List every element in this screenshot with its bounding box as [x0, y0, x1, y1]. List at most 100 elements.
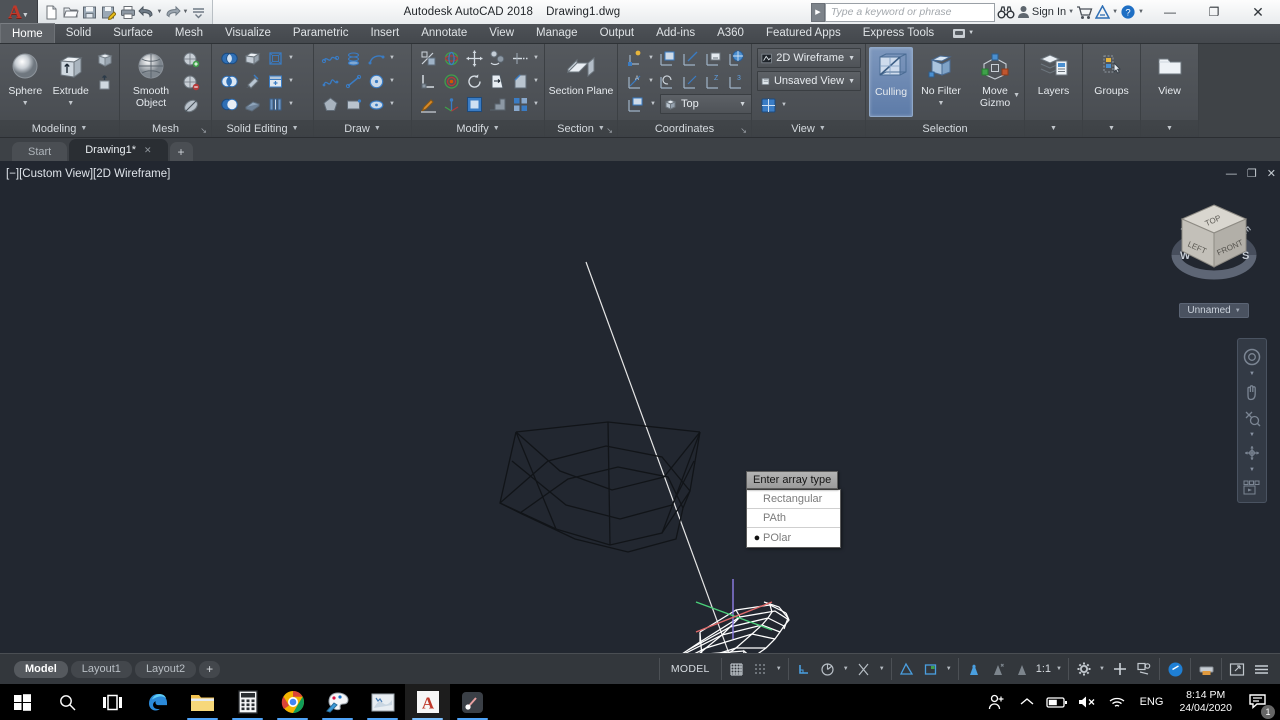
no-filter-button[interactable]: No Filter ▼ — [914, 47, 968, 109]
helix-icon[interactable] — [342, 47, 364, 69]
circle-icon[interactable] — [365, 70, 387, 92]
spline-cv-icon[interactable] — [319, 47, 341, 69]
view-palette-button[interactable]: View — [1144, 47, 1195, 98]
tab-surface[interactable]: Surface — [102, 23, 164, 43]
application-menu-button[interactable]: A ▼ — [0, 0, 38, 24]
annotation-visibility-icon[interactable] — [921, 659, 941, 679]
calculator-app[interactable] — [225, 684, 270, 720]
ortho-mode-icon[interactable] — [794, 659, 814, 679]
ucs-named-icon[interactable] — [624, 93, 646, 115]
annotation-monitor-icon[interactable] — [1012, 659, 1032, 679]
chevron-down-icon[interactable]: ▼ — [22, 98, 29, 110]
3d-move-icon[interactable] — [463, 47, 485, 69]
workspace-gear-icon[interactable] — [1074, 659, 1094, 679]
volume-mute-icon[interactable] — [1072, 684, 1102, 720]
chevron-down-icon[interactable]: ▼ — [647, 70, 655, 92]
option-path[interactable]: PAth — [747, 509, 840, 528]
search-binoculars-icon[interactable] — [997, 2, 1015, 22]
help-dropdown-icon[interactable]: ▼ — [1138, 9, 1144, 15]
battery-icon[interactable] — [1042, 684, 1072, 720]
tab-solid[interactable]: Solid — [55, 23, 103, 43]
zoom-extents-icon[interactable] — [1239, 406, 1265, 430]
clean-screen-icon[interactable] — [1227, 659, 1247, 679]
culling-button[interactable]: Culling — [869, 47, 913, 117]
smooth-object-button[interactable]: Smooth Object — [123, 47, 179, 109]
annotation-scale-icon[interactable] — [988, 659, 1008, 679]
dynamic-input-options[interactable]: Rectangular PAth ● POlar — [746, 489, 841, 548]
chevron-down-icon[interactable]: ▼ — [532, 47, 540, 69]
printer-icon[interactable] — [118, 3, 137, 22]
polysolid-icon[interactable] — [94, 49, 116, 71]
autodesk-app-icon[interactable] — [1095, 2, 1111, 22]
chevron-down-icon[interactable]: ▼ — [388, 70, 396, 92]
ucs-3-icon[interactable]: 3 — [725, 70, 747, 92]
file-tab-drawing1[interactable]: Drawing1* ✕ — [69, 139, 168, 161]
undo-arrow-icon[interactable] — [137, 3, 156, 22]
clock[interactable]: 8:14 PM 24/04/2020 — [1171, 689, 1240, 715]
line-icon[interactable] — [342, 70, 364, 92]
new-document-icon[interactable] — [42, 3, 61, 22]
drawing-area[interactable]: [−][Custom View][2D Wireframe] — ❐ ✕ W S… — [0, 161, 1280, 653]
save-disk-icon[interactable] — [80, 3, 99, 22]
layout-tab-layout1[interactable]: Layout1 — [70, 660, 132, 678]
chevron-down-icon[interactable]: ▼ — [388, 47, 396, 69]
3d-scale-icon[interactable] — [440, 93, 462, 115]
intersect-icon[interactable] — [218, 70, 240, 92]
snip-app[interactable] — [450, 684, 495, 720]
tab-express-tools[interactable]: Express Tools — [852, 23, 945, 43]
taper-face-icon[interactable] — [241, 70, 263, 92]
polygon-icon[interactable] — [319, 93, 341, 115]
chevron-down-icon[interactable]: ▼ — [22, 12, 29, 19]
chrome-app[interactable] — [270, 684, 315, 720]
start-button[interactable] — [0, 684, 45, 720]
view-palette-expand-button[interactable]: ▼ — [1141, 120, 1198, 137]
pan-hand-icon[interactable] — [1239, 380, 1265, 404]
chevron-down-icon[interactable]: ▼ — [649, 93, 657, 115]
fillet-edge-icon[interactable] — [417, 70, 439, 92]
chevron-down-icon[interactable]: ▼ — [493, 125, 500, 132]
chevron-down-icon[interactable]: ▼ — [80, 125, 87, 132]
close-button[interactable]: ✕ — [1236, 0, 1280, 24]
sign-in-dropdown-icon[interactable]: ▼ — [1068, 9, 1074, 15]
file-explorer-app[interactable] — [180, 684, 225, 720]
autodesk-dropdown-icon[interactable]: ▼ — [1112, 9, 1118, 15]
presspull-icon[interactable] — [94, 72, 116, 94]
tab-featured-apps[interactable]: Featured Apps — [755, 23, 852, 43]
chevron-down-icon[interactable]: ▼ — [1055, 666, 1063, 672]
solid-extrude-face-icon[interactable] — [241, 47, 263, 69]
snap-mode-icon[interactable] — [751, 659, 771, 679]
ucs-face-icon[interactable] — [656, 47, 678, 69]
named-view-combo[interactable]: Unsaved View ▼ — [757, 71, 861, 91]
notification-center-button[interactable]: 1 — [1240, 684, 1276, 720]
section-plane-button[interactable]: Section Plane — [548, 47, 614, 98]
edge-app[interactable] — [135, 684, 180, 720]
layers-expand-button[interactable]: ▼ — [1025, 120, 1082, 137]
tab-home[interactable]: Home — [0, 23, 55, 43]
chevron-down-icon[interactable]: ▼ — [1235, 308, 1241, 314]
groups-button[interactable]: Groups — [1086, 47, 1137, 98]
subtract-icon[interactable] — [218, 93, 240, 115]
grid-display-icon[interactable] — [727, 659, 747, 679]
array-icon[interactable] — [509, 93, 531, 115]
ribbon-minimize-button[interactable]: ▼ — [953, 23, 974, 43]
panel-dialog-launcher-icon[interactable]: ↘ — [740, 126, 747, 135]
panel-dialog-launcher-icon[interactable]: ↘ — [200, 126, 207, 135]
option-rectangular[interactable]: Rectangular — [747, 490, 840, 509]
chevron-down-icon[interactable]: ▼ — [287, 93, 295, 115]
showmotion-icon[interactable] — [1239, 476, 1265, 500]
chevron-down-icon[interactable]: ▼ — [1013, 90, 1020, 102]
dynamic-input-menu[interactable]: Enter array type Rectangular PAth ● POla… — [746, 470, 841, 548]
refine-mesh-icon[interactable] — [180, 95, 202, 117]
tab-insert[interactable]: Insert — [359, 23, 410, 43]
extend-icon[interactable] — [509, 47, 531, 69]
navigation-bar[interactable]: ▼ ▼ ▼ — [1237, 338, 1267, 503]
extrude-button[interactable]: Extrude ▼ — [49, 47, 94, 109]
chevron-down-icon[interactable]: ▼ — [938, 98, 945, 110]
union-icon[interactable] — [218, 47, 240, 69]
osnap-icon[interactable] — [897, 659, 917, 679]
3d-mirror-icon[interactable] — [440, 70, 462, 92]
tab-addins[interactable]: Add-ins — [645, 23, 706, 43]
slice-icon[interactable] — [241, 93, 263, 115]
minimize-button[interactable]: — — [1148, 0, 1192, 24]
chevron-down-icon[interactable]: ▼ — [287, 47, 295, 69]
